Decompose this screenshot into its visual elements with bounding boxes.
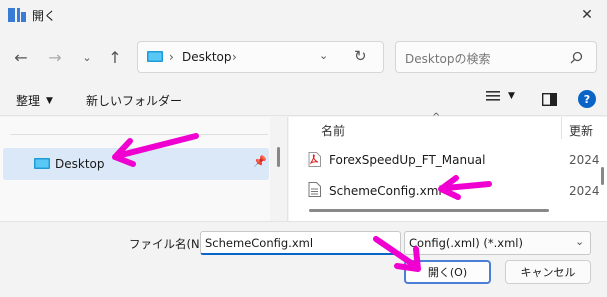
- column-separator[interactable]: [561, 117, 562, 139]
- filetype-value: Config(.xml) (*.xml): [409, 236, 523, 250]
- file-name: ForexSpeedUp_FT_Manual: [329, 153, 486, 167]
- table-row[interactable]: ForexSpeedUp_FT_Manual 2024: [289, 147, 600, 173]
- sidebar-item-label: Desktop: [55, 157, 105, 171]
- column-header-name[interactable]: 名前: [321, 122, 345, 139]
- file-date: 2024: [569, 184, 600, 198]
- desktop-icon: [147, 51, 163, 62]
- table-row[interactable]: SchemeConfig.xml 2024: [289, 178, 600, 204]
- dropdown-caret-icon: ▼: [46, 95, 53, 106]
- forward-button[interactable]: →: [44, 46, 66, 68]
- filetype-select[interactable]: Config(.xml) (*.xml) ⌄: [404, 231, 591, 255]
- file-list-vertical-scrollbar[interactable]: [601, 167, 604, 185]
- pane-divider[interactable]: [287, 117, 288, 221]
- arrow-left-icon: ←: [14, 47, 28, 67]
- navigation-pane: Desktop 📌: [0, 117, 280, 221]
- pdf-file-icon: [308, 152, 321, 167]
- xml-file-icon: [308, 182, 321, 197]
- file-list-horizontal-scrollbar[interactable]: [309, 209, 549, 212]
- recent-locations-button[interactable]: ⌄: [76, 46, 98, 68]
- arrow-up-icon: ↑: [108, 47, 122, 67]
- file-list: ^ 名前 更新 ForexSpeedUp_FT_Manual 2024 Sche…: [289, 112, 607, 221]
- command-bar: 整理 ▼ 新しいフォルダー ▼ ?: [0, 84, 607, 116]
- title-bar: 開く ✕: [0, 0, 607, 31]
- search-input[interactable]: Desktopの検索: [405, 50, 491, 67]
- view-options-button[interactable]: ▼: [486, 90, 515, 102]
- sidebar-item-desktop[interactable]: Desktop 📌: [3, 148, 269, 180]
- back-button[interactable]: ←: [10, 46, 32, 68]
- pin-icon[interactable]: 📌: [253, 155, 267, 168]
- close-button[interactable]: ✕: [572, 3, 602, 27]
- help-icon[interactable]: ?: [578, 90, 596, 108]
- dialog-footer: ファイル名(N): SchemeConfig.xml Config(.xml) …: [0, 221, 607, 297]
- chevron-down-icon: ⌄: [82, 50, 92, 64]
- new-folder-button[interactable]: 新しいフォルダー: [86, 92, 182, 109]
- column-header-modified[interactable]: 更新: [569, 122, 593, 139]
- app-icon: [8, 8, 26, 22]
- filename-input[interactable]: SchemeConfig.xml: [205, 236, 313, 250]
- organize-label: 整理: [16, 94, 41, 108]
- breadcrumb-desktop[interactable]: Desktop: [182, 50, 232, 64]
- organize-button[interactable]: 整理 ▼: [16, 92, 53, 109]
- open-button[interactable]: 開く(O): [404, 260, 491, 284]
- nav-divider: [10, 134, 268, 135]
- filename-field[interactable]: SchemeConfig.xml: [200, 231, 401, 255]
- desktop-folder-icon: [34, 158, 50, 169]
- breadcrumb-separator-icon: ›: [169, 50, 174, 64]
- cancel-button[interactable]: キャンセル: [505, 260, 591, 284]
- dropdown-caret-icon: ▼: [508, 91, 515, 101]
- sort-caret-icon: ^: [432, 112, 441, 123]
- search-icon: [570, 51, 583, 64]
- sidebar-scrollbar[interactable]: [277, 147, 280, 167]
- breadcrumb-chevron-icon: ›: [232, 50, 237, 64]
- preview-pane-icon[interactable]: [542, 93, 557, 106]
- file-name: SchemeConfig.xml: [329, 184, 442, 198]
- chevron-down-icon: ⌄: [575, 235, 585, 248]
- address-bar[interactable]: › Desktop › ⌄ ↻: [137, 41, 384, 73]
- filename-label: ファイル名(N):: [129, 237, 208, 251]
- window-title: 開く: [32, 9, 57, 23]
- arrow-right-icon: →: [48, 47, 62, 67]
- view-list-icon: [486, 91, 500, 101]
- file-date: 2024: [569, 153, 600, 167]
- address-dropdown-icon[interactable]: ⌄: [319, 49, 328, 62]
- search-box[interactable]: Desktopの検索: [395, 41, 597, 73]
- refresh-icon[interactable]: ↻: [354, 47, 367, 65]
- up-button[interactable]: ↑: [104, 46, 126, 68]
- close-icon: ✕: [581, 7, 593, 23]
